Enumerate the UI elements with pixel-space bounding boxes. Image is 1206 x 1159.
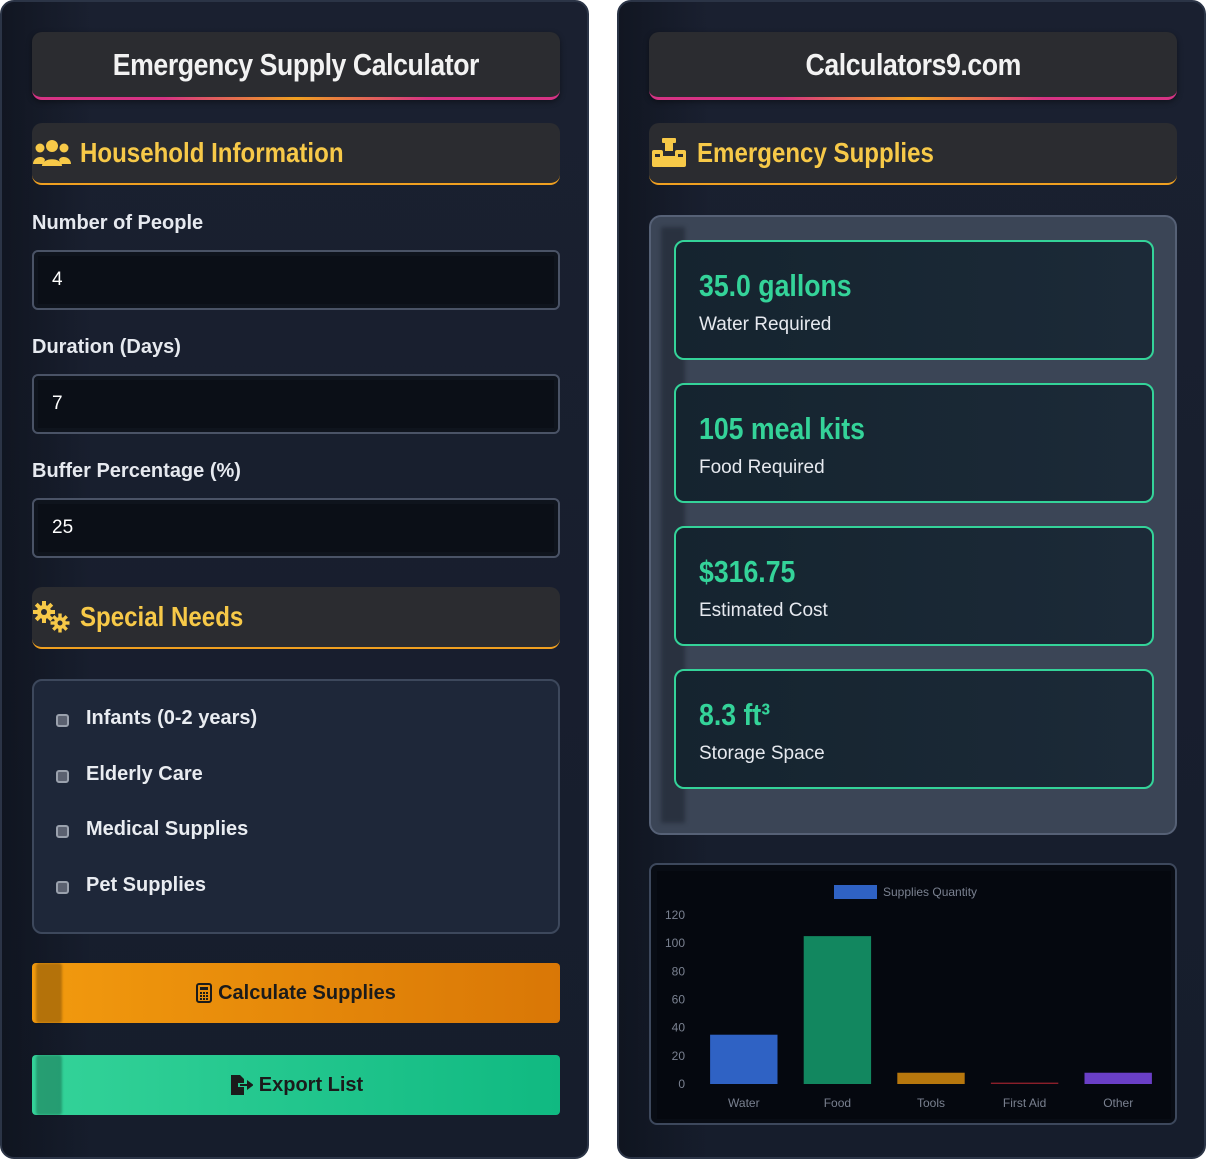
site-title-box: Calculators9.com [649, 32, 1177, 100]
y-tick-label: 80 [672, 964, 686, 978]
food-card: 105 meal kits Food Required [674, 383, 1154, 503]
bar-other [1084, 1072, 1152, 1084]
bar-water [710, 1034, 778, 1084]
y-tick-label: 20 [672, 1049, 686, 1063]
page-title: Emergency Supply Calculator [112, 46, 480, 82]
x-tick-label: Water [728, 1096, 760, 1110]
buffer-label: Buffer Percentage (%) [32, 460, 241, 482]
x-tick-label: Other [1103, 1096, 1133, 1110]
calculator-title-box: Emergency Supply Calculator [32, 32, 560, 100]
people-input[interactable] [32, 250, 560, 310]
infants-checkbox[interactable] [56, 714, 69, 727]
users-icon [32, 136, 72, 170]
cost-label: Estimated Cost [699, 600, 828, 621]
x-tick-label: Food [824, 1096, 851, 1110]
calculator-panel: Emergency Supply Calculator Household In… [0, 0, 589, 1159]
need-label: Medical Supplies [86, 818, 249, 840]
y-tick-label: 100 [665, 936, 685, 950]
need-label: Pet Supplies [86, 874, 207, 896]
water-value: 35.0 gallons [699, 268, 852, 303]
calculate-button[interactable]: Calculate Supplies [32, 963, 560, 1023]
cost-value: $316.75 [699, 554, 796, 589]
storage-card: 8.3 ft³ Storage Space [674, 669, 1154, 789]
medical-checkbox[interactable] [56, 825, 69, 838]
file-export-icon [229, 1074, 253, 1096]
legend-swatch [834, 885, 877, 899]
need-medical[interactable]: Medical Supplies [56, 818, 248, 841]
y-tick-label: 120 [665, 908, 685, 922]
household-section-header: Household Information [32, 123, 560, 185]
gears-icon [32, 600, 72, 634]
y-tick-label: 60 [672, 993, 686, 1007]
water-card: 35.0 gallons Water Required [674, 240, 1154, 360]
special-needs-section-header: Special Needs [32, 587, 560, 649]
supplies-section-header: Emergency Supplies [649, 123, 1177, 185]
x-tick-label: First Aid [1003, 1096, 1046, 1110]
results-panel: Calculators9.com Emergency Supplies 35.0… [617, 0, 1206, 1159]
supplies-heading: Emergency Supplies [697, 137, 934, 168]
bar-tools [897, 1072, 965, 1084]
calculate-label: Calculate Supplies [218, 981, 396, 1004]
pets-checkbox[interactable] [56, 881, 69, 894]
supplies-chart: Supplies Quantity 0 20 40 60 80 100 120 Water F… [649, 863, 1177, 1125]
buffer-input[interactable] [32, 498, 560, 558]
need-label: Infants (0-2 years) [86, 707, 258, 729]
food-label: Food Required [699, 457, 825, 478]
site-title: Calculators9.com [805, 46, 1021, 82]
y-tick-label: 40 [672, 1021, 686, 1035]
elderly-checkbox[interactable] [56, 770, 69, 783]
need-elderly[interactable]: Elderly Care [56, 763, 203, 786]
need-pets[interactable]: Pet Supplies [56, 874, 206, 897]
cost-card: $316.75 Estimated Cost [674, 526, 1154, 646]
export-button[interactable]: Export List [32, 1055, 560, 1115]
calculator-icon [196, 983, 213, 1003]
chart-legend: Supplies Quantity [834, 885, 977, 899]
bar-food [803, 936, 872, 1084]
water-label: Water Required [699, 314, 832, 335]
legend-label: Supplies Quantity [883, 885, 977, 899]
x-tick-label: Tools [917, 1096, 945, 1110]
need-label: Elderly Care [86, 763, 203, 785]
export-label: Export List [258, 1073, 364, 1096]
people-label: Number of People [32, 212, 204, 234]
bar-first-aid [990, 1082, 1059, 1084]
results-container: 35.0 gallons Water Required 105 meal kit… [649, 215, 1177, 835]
duration-label: Duration (Days) [32, 336, 181, 358]
supplies-icon [649, 136, 689, 170]
need-infants[interactable]: Infants (0-2 years) [56, 707, 257, 730]
household-heading: Household Information [80, 137, 344, 168]
y-tick-label: 0 [678, 1077, 685, 1091]
special-needs-list: Infants (0-2 years) Elderly Care Medical… [32, 679, 560, 934]
storage-value: 8.3 ft³ [699, 697, 771, 732]
supplies-chart-svg: Supplies Quantity 0 20 40 60 80 100 120 Water F… [657, 871, 1171, 1119]
food-value: 105 meal kits [699, 411, 866, 446]
storage-label: Storage Space [699, 743, 825, 764]
special-needs-heading: Special Needs [80, 601, 244, 632]
duration-input[interactable] [32, 374, 560, 434]
